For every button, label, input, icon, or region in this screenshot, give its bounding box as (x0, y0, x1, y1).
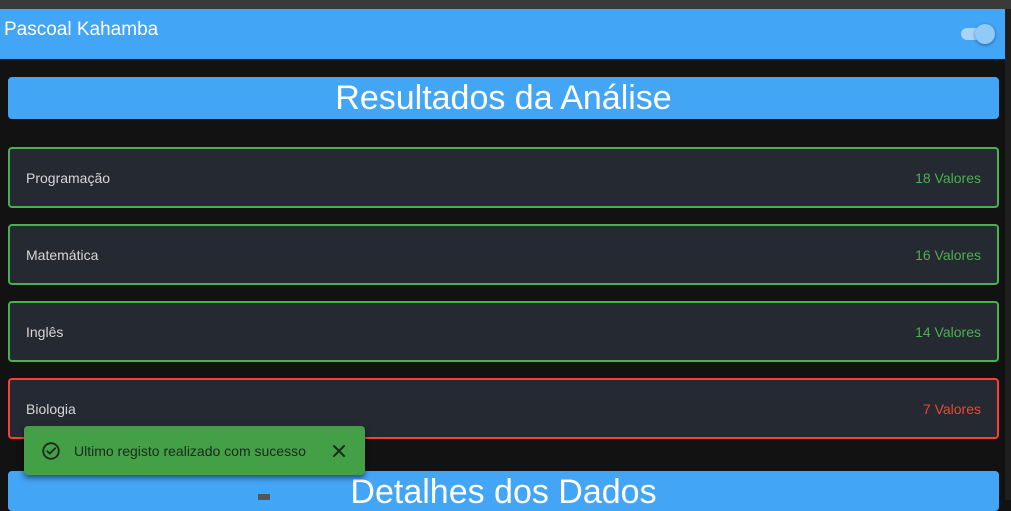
toast-close-button[interactable] (327, 439, 351, 463)
browser-top-strip (0, 0, 1011, 9)
grade-value: 14 Valores (915, 323, 981, 340)
grade-value: 7 Valores (922, 400, 981, 417)
scrollbar[interactable] (1005, 9, 1011, 500)
results-section-title: Resultados da Análise (335, 78, 672, 117)
grade-value: 16 Valores (915, 246, 981, 263)
details-section-title: Detalhes dos Dados (350, 473, 657, 511)
partial-element (258, 494, 270, 500)
subject-label: Programação (26, 169, 111, 186)
check-circle-icon (42, 441, 60, 460)
success-toast: Ultimo registo realizado com sucesso (24, 426, 365, 475)
app-title: Pascoal Kahamba (4, 19, 159, 40)
details-section-header: Detalhes dos Dados (8, 471, 999, 511)
subject-label: Biologia (26, 400, 76, 417)
app-bar: Pascoal Kahamba (0, 9, 1005, 59)
grade-value: 18 Valores (915, 169, 981, 186)
toggle-thumb (975, 24, 995, 44)
result-card-matematica: Matemática 16 Valores (8, 224, 999, 285)
theme-toggle[interactable] (959, 24, 995, 44)
close-icon (333, 444, 345, 457)
subject-label: Inglês (26, 323, 64, 340)
results-section-header: Resultados da Análise (8, 77, 999, 119)
result-card-programacao: Programação 18 Valores (8, 147, 999, 208)
subject-label: Matemática (26, 246, 99, 263)
toast-message: Ultimo registo realizado com sucesso (74, 442, 306, 459)
result-card-ingles: Inglês 14 Valores (8, 301, 999, 362)
